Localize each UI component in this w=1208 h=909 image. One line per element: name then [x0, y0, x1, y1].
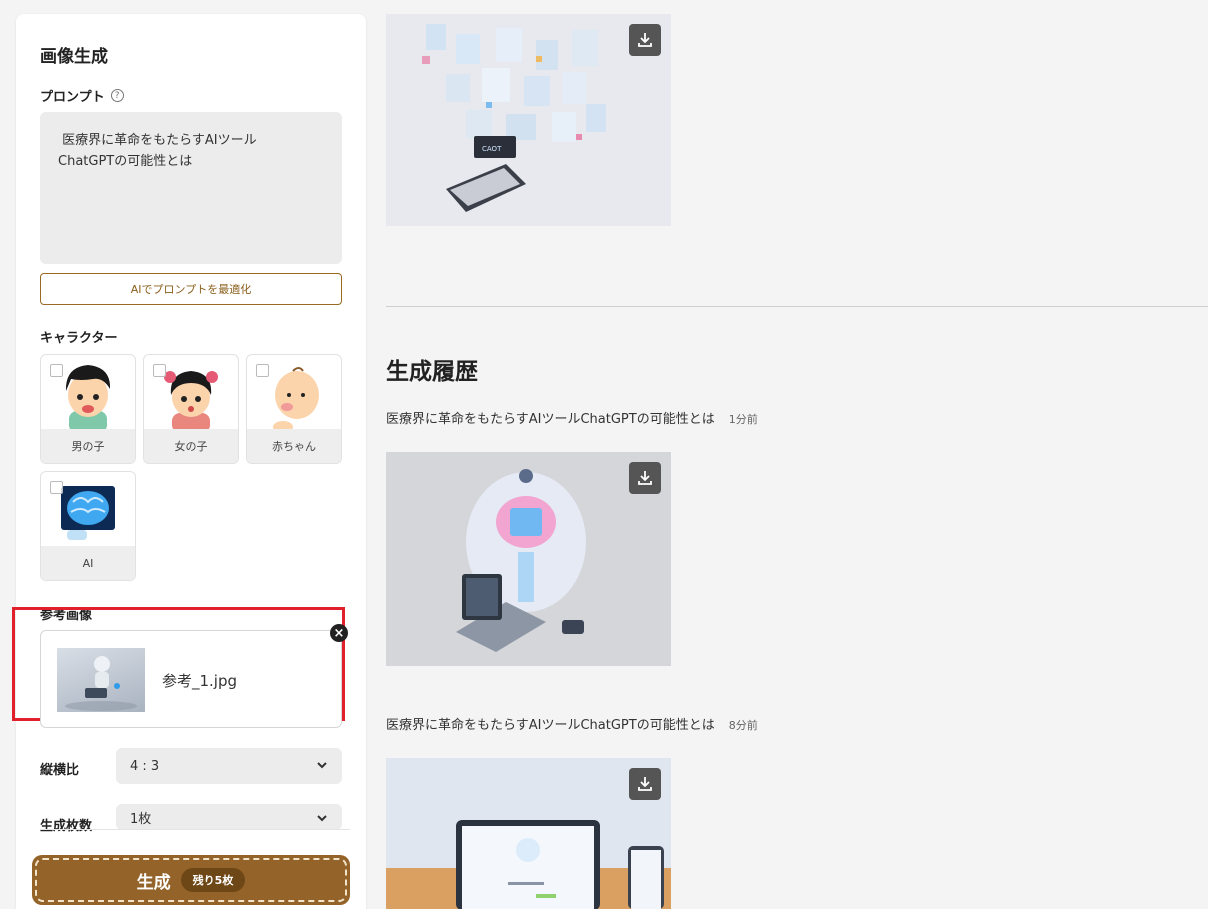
character-name: AI [41, 546, 135, 580]
main-divider [386, 306, 1208, 307]
character-checkbox[interactable] [153, 364, 166, 377]
character-card-boy[interactable]: 男の子 [40, 354, 136, 464]
prompt-input[interactable]: 医療界に革命をもたらすAIツール ChatGPTの可能性とは [40, 112, 342, 264]
download-icon [638, 471, 652, 485]
generate-button[interactable]: 生成 残り5枚 [32, 855, 350, 905]
character-card-ai[interactable]: AI [40, 471, 136, 581]
chevron-down-icon [317, 762, 327, 769]
history-prompt: 医療界に革命をもたらすAIツールChatGPTの可能性とは [386, 718, 715, 733]
reference-thumbnail [57, 648, 145, 712]
download-button[interactable] [629, 24, 661, 56]
help-icon[interactable]: ? [110, 89, 124, 102]
download-button[interactable] [629, 768, 661, 800]
character-name: 男の子 [41, 429, 135, 463]
remove-reference-icon[interactable]: × [330, 624, 348, 642]
generate-label: 生成 [136, 872, 171, 893]
remaining-count-badge: 残り5枚 [180, 868, 246, 892]
history-image[interactable] [386, 452, 671, 666]
aspect-ratio-select[interactable]: 4 : 3 [116, 748, 342, 784]
generate-button-inner: 生成 残り5枚 [35, 858, 347, 902]
history-time: 1分前 [728, 413, 758, 426]
prompt-label-text: プロンプト [40, 90, 105, 105]
aspect-ratio-label: 縦横比 [40, 763, 80, 778]
sidebar-title: 画像生成 [40, 47, 108, 67]
image-count-value: 1枚 [130, 811, 152, 827]
chevron-down-icon [317, 815, 327, 822]
generated-image-current: CAOT [386, 14, 671, 226]
image-count-select[interactable]: 1枚 [116, 804, 342, 830]
reference-image-item[interactable]: 参考_1.jpg [40, 630, 342, 728]
history-time: 8分前 [728, 719, 758, 732]
history-prompt: 医療界に革命をもたらすAIツールChatGPTの可能性とは [386, 412, 715, 427]
character-checkbox[interactable] [256, 364, 269, 377]
history-image[interactable] [386, 758, 671, 909]
character-name: 女の子 [144, 429, 238, 463]
download-button[interactable] [629, 462, 661, 494]
optimize-prompt-button[interactable]: AIでプロンプトを最適化 [40, 273, 342, 305]
history-entry: 医療界に革命をもたらすAIツールChatGPTの可能性とは 1分前 [386, 408, 758, 427]
prompt-label: プロンプト ? [40, 86, 124, 105]
svg-text:CAOT: CAOT [482, 145, 502, 153]
history-title: 生成履歴 [386, 359, 478, 385]
history-entry: 医療界に革命をもたらすAIツールChatGPTの可能性とは 8分前 [386, 714, 758, 733]
download-icon [638, 33, 652, 47]
sidebar-divider [40, 829, 350, 830]
character-checkbox[interactable] [50, 364, 63, 377]
aspect-ratio-value: 4 : 3 [130, 758, 160, 774]
image-count-label: 生成枚数 [40, 819, 93, 834]
character-card-girl[interactable]: 女の子 [143, 354, 239, 464]
character-label: キャラクター [40, 331, 118, 346]
character-name: 赤ちゃん [247, 429, 341, 463]
character-card-baby[interactable]: 赤ちゃん [246, 354, 342, 464]
reference-filename: 参考_1.jpg [162, 672, 238, 690]
character-checkbox[interactable] [50, 481, 63, 494]
download-icon [638, 777, 652, 791]
